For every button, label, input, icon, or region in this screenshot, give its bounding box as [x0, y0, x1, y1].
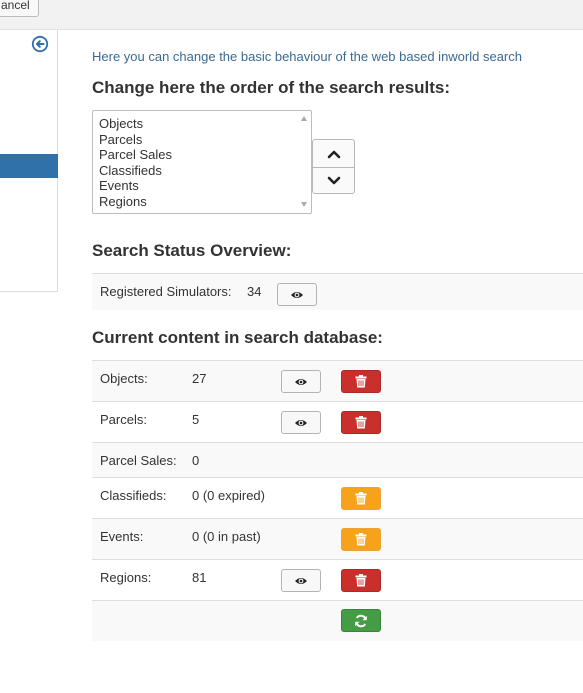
trash-icon	[355, 574, 367, 587]
delete-parcels-button[interactable]	[341, 411, 381, 434]
list-option[interactable]: Classifieds	[93, 163, 311, 179]
row-label: Parcel Sales:	[100, 453, 177, 468]
row-label: Events:	[100, 529, 144, 544]
list-option[interactable]: Regions	[93, 194, 311, 210]
view-parcels-button[interactable]	[281, 411, 321, 434]
trash-icon	[355, 533, 367, 546]
list-option[interactable]: Parcels	[93, 132, 311, 148]
move-down-button[interactable]	[313, 167, 354, 194]
view-regions-button[interactable]	[281, 569, 321, 592]
result-order-listbox[interactable]: Objects Parcels Parcel Sales Classifieds…	[92, 110, 312, 214]
circle-arrow-left-icon[interactable]	[31, 35, 49, 53]
delete-events-button[interactable]	[341, 528, 381, 551]
list-option[interactable]: Parcel Sales	[93, 147, 311, 163]
move-up-button[interactable]	[313, 140, 354, 167]
row-value: 27	[192, 371, 207, 386]
eye-icon	[295, 577, 307, 584]
status-heading: Search Status Overview:	[92, 241, 292, 260]
table-row: Parcels: 5	[92, 401, 583, 442]
top-toolbar: ancel	[0, 0, 583, 30]
table-row: Regions: 81	[92, 559, 583, 600]
registered-simulators-label: Registered Simulators:	[100, 284, 232, 299]
delete-objects-button[interactable]	[341, 370, 381, 393]
order-move-buttons	[312, 139, 355, 194]
chevron-up-icon	[327, 150, 340, 158]
refresh-button[interactable]	[341, 609, 381, 632]
row-value: 0 (0 in past)	[192, 529, 261, 544]
scroll-up-arrow-icon[interactable]	[301, 116, 307, 121]
order-heading: Change here the order of the search resu…	[92, 78, 451, 97]
row-value: 0 (0 expired)	[192, 488, 265, 503]
trash-icon	[355, 416, 367, 429]
table-row: Parcel Sales: 0	[92, 442, 583, 477]
list-option[interactable]: Objects	[93, 116, 311, 132]
row-value: 0	[192, 453, 200, 468]
content-heading: Current content in search database:	[92, 328, 383, 347]
eye-icon	[291, 291, 303, 298]
sidebar	[0, 30, 58, 292]
intro-text: Here you can change the basic behaviour …	[92, 49, 522, 64]
refresh-icon	[355, 614, 367, 627]
cancel-button[interactable]: ancel	[0, 0, 39, 17]
table-row: Events: 0 (0 in past)	[92, 518, 583, 559]
table-row: Objects: 27	[92, 360, 583, 401]
trash-icon	[355, 375, 367, 388]
list-option[interactable]: Events	[93, 178, 311, 194]
table-row: Classifieds: 0 (0 expired)	[92, 477, 583, 518]
table-row: Registered Simulators: 34	[92, 273, 583, 310]
delete-classifieds-button[interactable]	[341, 487, 381, 510]
chevron-down-icon	[327, 176, 340, 185]
row-label: Parcels:	[100, 412, 147, 427]
eye-icon	[295, 378, 307, 385]
status-table: Registered Simulators: 34	[92, 273, 583, 310]
row-label: Regions:	[100, 570, 152, 585]
scroll-down-arrow-icon[interactable]	[301, 202, 307, 207]
delete-regions-button[interactable]	[341, 569, 381, 592]
eye-icon	[295, 419, 307, 426]
row-value: 5	[192, 412, 200, 427]
view-simulators-button[interactable]	[277, 283, 317, 306]
table-row	[92, 600, 583, 641]
sidebar-item-active[interactable]	[0, 154, 58, 178]
row-label: Classifieds:	[100, 488, 167, 503]
row-value: 81	[192, 570, 207, 585]
view-objects-button[interactable]	[281, 370, 321, 393]
row-label: Objects:	[100, 371, 148, 386]
content-table: Objects: 27 Parcels: 5 Parcel Sales: 0 C…	[92, 360, 583, 641]
registered-simulators-value: 34	[247, 284, 262, 299]
trash-icon	[355, 492, 367, 505]
